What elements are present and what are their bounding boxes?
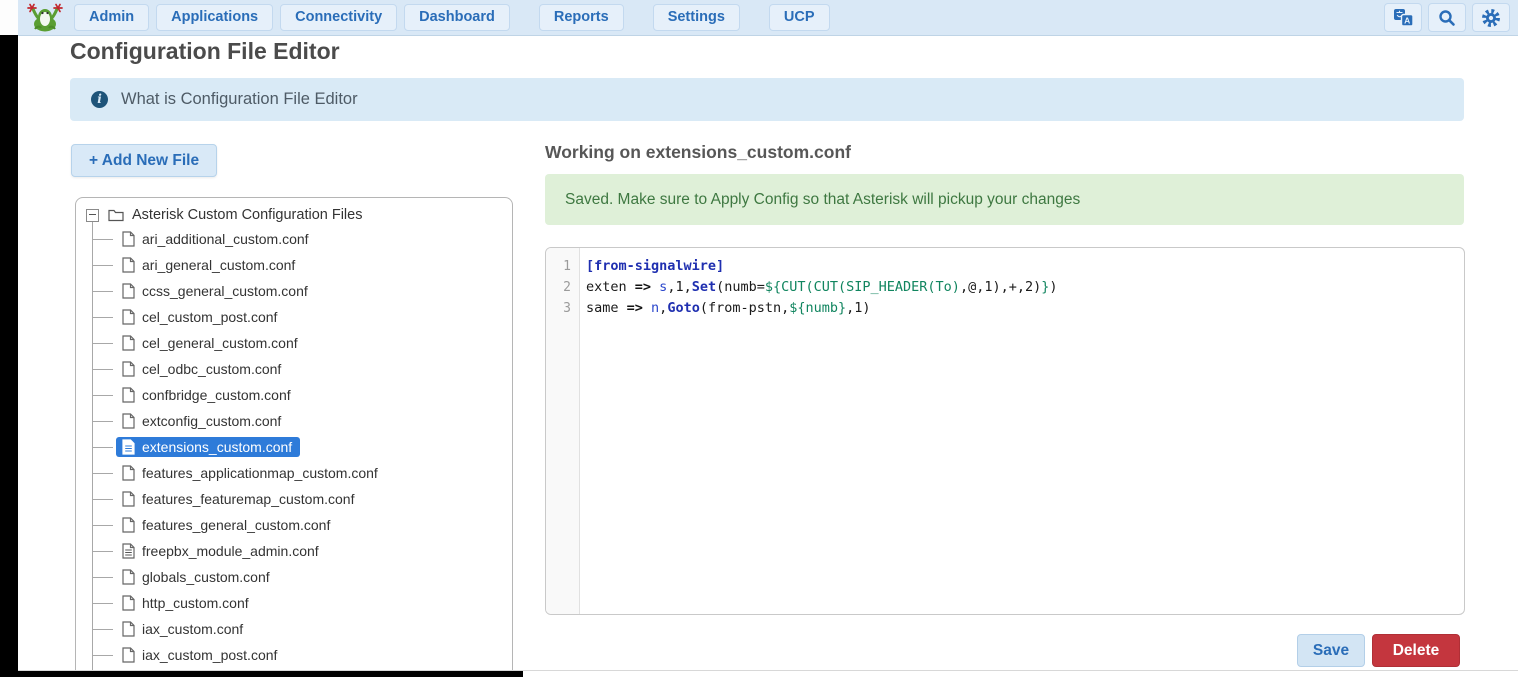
saved-alert-text: Saved. Make sure to Apply Config so that… [565, 191, 1080, 209]
file-icon [122, 647, 135, 663]
nav-right-icons: A [1384, 3, 1510, 32]
nav-item-admin[interactable]: Admin [74, 4, 149, 31]
tree-file-label: extconfig_custom.conf [142, 413, 281, 429]
nav-menu: Admin Applications Connectivity Dashboard Re… [74, 4, 830, 31]
nav-item-settings[interactable]: Settings [653, 4, 740, 31]
tree-file-label: extensions_custom.conf [142, 439, 292, 455]
nav-item-connectivity[interactable]: Connectivity [280, 4, 397, 31]
nav-item-applications[interactable]: Applications [156, 4, 273, 31]
info-banner-text: What is Configuration File Editor [121, 90, 358, 109]
file-icon [122, 335, 135, 351]
code-line-3: same => n,Goto(from-pstn,${numb},1) [586, 298, 1464, 319]
tree-file-label: iax_custom_post.conf [142, 647, 277, 663]
file-tree-list: ari_additional_custom.conf ari_general_cu… [76, 226, 512, 677]
file-icon [122, 257, 135, 273]
file-icon [122, 621, 135, 637]
tree-file-iax_custom_post.conf[interactable]: iax_custom_post.conf [76, 642, 512, 668]
document-lines-icon [122, 543, 135, 559]
line-number: 1 [546, 256, 579, 277]
code-line-2: exten => s,1,Set(numb=${CUT(CUT(SIP_HEAD… [586, 277, 1464, 298]
add-new-file-button[interactable]: + Add New File [71, 144, 217, 177]
tree-file-label: ari_general_custom.conf [142, 257, 295, 273]
tree-file-extconfig_custom.conf[interactable]: extconfig_custom.conf [76, 408, 512, 434]
tree-file-cel_custom_post.conf[interactable]: cel_custom_post.conf [76, 304, 512, 330]
code-content[interactable]: [from-signalwire]exten => s,1,Set(numb=$… [580, 248, 1464, 614]
tree-file-label: ccss_general_custom.conf [142, 283, 308, 299]
tree-file-label: features_featuremap_custom.conf [142, 491, 354, 507]
folder-icon [108, 208, 124, 222]
tree-file-globals_custom.conf[interactable]: globals_custom.conf [76, 564, 512, 590]
file-icon [122, 491, 135, 507]
save-button[interactable]: Save [1297, 634, 1365, 667]
window-corner [0, 0, 18, 35]
tree-root-node[interactable]: Asterisk Custom Configuration Files [76, 204, 512, 226]
file-icon [122, 361, 135, 377]
tree-file-label: globals_custom.conf [142, 569, 270, 585]
code-line-1: [from-signalwire] [586, 256, 1464, 277]
tree-file-label: http_custom.conf [142, 595, 249, 611]
tree-file-cel_odbc_custom.conf[interactable]: cel_odbc_custom.conf [76, 356, 512, 382]
file-icon [122, 595, 135, 611]
tree-file-extensions_custom.conf[interactable]: extensions_custom.conf [76, 434, 512, 460]
delete-button[interactable]: Delete [1372, 634, 1460, 667]
tree-file-label: cel_custom_post.conf [142, 309, 277, 325]
tree-file-confbridge_custom.conf[interactable]: confbridge_custom.conf [76, 382, 512, 408]
tree-file-label: iax_custom.conf [142, 621, 243, 637]
search-icon[interactable] [1428, 3, 1466, 32]
tree-file-freepbx_module_admin.conf[interactable]: freepbx_module_admin.conf [76, 538, 512, 564]
tree-file-label: features_applicationmap_custom.conf [142, 465, 378, 481]
freepbx-window: Admin Applications Connectivity Dashboard Re… [0, 0, 1518, 677]
settings-gear-icon[interactable] [1472, 3, 1510, 32]
tree-root-label: Asterisk Custom Configuration Files [132, 207, 362, 223]
language-icon[interactable]: A [1384, 3, 1422, 32]
tree-file-http_custom.conf[interactable]: http_custom.conf [76, 590, 512, 616]
file-icon [122, 387, 135, 403]
tree-file-ari_general_custom.conf[interactable]: ari_general_custom.conf [76, 252, 512, 278]
freepbx-frog-logo[interactable] [26, 2, 64, 33]
nav-item-reports[interactable]: Reports [539, 4, 624, 31]
top-navbar: Admin Applications Connectivity Dashboard Re… [18, 0, 1518, 36]
nav-item-dashboard[interactable]: Dashboard [404, 4, 510, 31]
info-icon: i [91, 91, 108, 108]
file-icon [122, 517, 135, 533]
line-number-gutter: 123 [546, 248, 580, 614]
file-icon [122, 569, 135, 585]
working-on-heading: Working on extensions_custom.conf [545, 142, 851, 163]
tree-file-label: cel_odbc_custom.conf [142, 361, 281, 377]
file-tree-panel: Asterisk Custom Configuration Files ari_… [75, 197, 513, 677]
tree-file-iax_custom.conf[interactable]: iax_custom.conf [76, 616, 512, 642]
file-icon [122, 465, 135, 481]
info-banner[interactable]: i What is Configuration File Editor [70, 78, 1464, 121]
tree-file-features_applicationmap_custom.conf[interactable]: features_applicationmap_custom.conf [76, 460, 512, 486]
collapse-icon[interactable] [86, 209, 99, 222]
tree-file-label: features_general_custom.conf [142, 517, 330, 533]
page-title: Configuration File Editor [70, 38, 340, 65]
window-edge [0, 671, 523, 677]
saved-alert: Saved. Make sure to Apply Config so that… [545, 174, 1464, 225]
tree-file-features_general_custom.conf[interactable]: features_general_custom.conf [76, 512, 512, 538]
tree-file-ari_additional_custom.conf[interactable]: ari_additional_custom.conf [76, 226, 512, 252]
line-number: 3 [546, 298, 579, 319]
file-icon [122, 413, 135, 429]
tree-file-label: ari_additional_custom.conf [142, 231, 309, 247]
file-icon [122, 231, 135, 247]
line-number: 2 [546, 277, 579, 298]
svg-text:A: A [1404, 16, 1410, 26]
nav-item-ucp[interactable]: UCP [769, 4, 830, 31]
document-lines-icon [122, 439, 135, 455]
tree-file-label: cel_general_custom.conf [142, 335, 298, 351]
tree-file-cel_general_custom.conf[interactable]: cel_general_custom.conf [76, 330, 512, 356]
file-icon [122, 309, 135, 325]
tree-file-label: confbridge_custom.conf [142, 387, 291, 403]
tree-file-label: freepbx_module_admin.conf [142, 543, 319, 559]
tree-file-features_featuremap_custom.conf[interactable]: features_featuremap_custom.conf [76, 486, 512, 512]
tree-file-ccss_general_custom.conf[interactable]: ccss_general_custom.conf [76, 278, 512, 304]
code-editor[interactable]: 123 [from-signalwire]exten => s,1,Set(nu… [545, 247, 1465, 615]
file-icon [122, 283, 135, 299]
